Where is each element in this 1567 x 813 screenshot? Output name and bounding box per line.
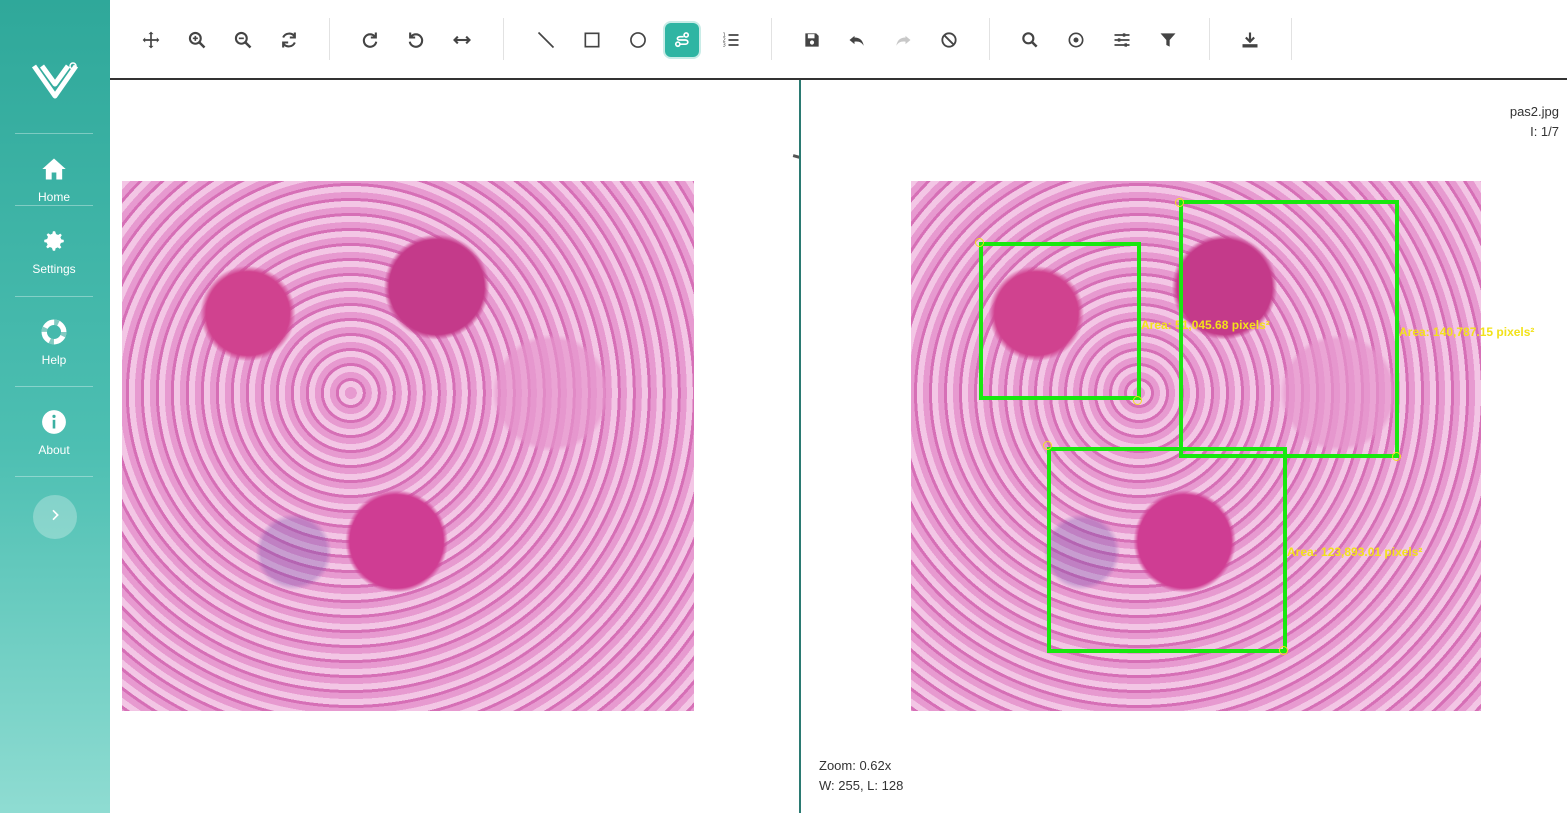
roi-handle[interactable]: [1175, 198, 1184, 207]
view-info: Zoom: 0.62x W: 255, L: 128: [819, 756, 903, 796]
rectangle-icon: [584, 32, 600, 48]
zoom-in-button[interactable]: [180, 23, 214, 57]
pan-button[interactable]: [134, 23, 168, 57]
reset-button[interactable]: [272, 23, 306, 57]
line-icon: [537, 31, 555, 49]
image-index: I: 1/7: [1530, 124, 1559, 139]
download-button[interactable]: [1233, 23, 1267, 57]
roi-handle[interactable]: [1043, 441, 1052, 450]
toolbar-divider: [503, 18, 504, 60]
funnel-icon: [1160, 33, 1176, 47]
file-info: pas2.jpg I: 1/7: [1510, 102, 1559, 142]
magnify-icon: [1022, 32, 1038, 48]
rectangle-tool-button[interactable]: [575, 23, 609, 57]
sidebar-item-label: About: [38, 443, 70, 457]
toolbar-divider: [989, 18, 990, 60]
undo-button[interactable]: [840, 23, 874, 57]
redo-icon: [896, 35, 911, 46]
toolbar-divider: [1291, 18, 1292, 60]
toolbar-divider: [771, 18, 772, 60]
sidebar-item-about[interactable]: About: [15, 386, 93, 477]
chevron-right-icon: [47, 507, 63, 528]
home-icon: [39, 154, 69, 184]
roi-rectangle[interactable]: [1047, 447, 1287, 653]
zoom-out-icon: [234, 31, 252, 49]
svg-text:3: 3: [723, 43, 726, 49]
ellipse-tool-button[interactable]: [621, 23, 655, 57]
roi-rectangle[interactable]: [979, 242, 1141, 400]
download-icon: [1242, 32, 1258, 48]
save-button[interactable]: [795, 23, 829, 57]
target-button[interactable]: [1059, 23, 1093, 57]
app-logo: [30, 56, 80, 104]
move-arrows-icon: [142, 31, 160, 49]
redo-button[interactable]: [886, 23, 920, 57]
sidebar-item-settings[interactable]: Settings: [15, 205, 93, 296]
histology-image: [122, 181, 694, 711]
zoom-out-button[interactable]: [226, 23, 260, 57]
flip-horizontal-button[interactable]: [445, 23, 479, 57]
toolbar-divider: [329, 18, 330, 60]
info-icon: [39, 407, 69, 437]
left-viewport[interactable]: [110, 80, 798, 813]
zoom-in-icon: [188, 31, 206, 49]
save-icon: [805, 33, 819, 47]
rotate-cw-icon: [362, 32, 378, 48]
ban-icon: [941, 32, 957, 48]
right-viewport[interactable]: pas2.jpg I: 1/7 Area: 51,045.68 pixels² …: [799, 80, 1567, 813]
filter-button[interactable]: [1151, 23, 1185, 57]
line-tool-button[interactable]: [529, 23, 563, 57]
roi-area-label: Area: 123,893.01 pixels²: [1287, 545, 1423, 559]
gear-icon: [39, 226, 69, 256]
numbered-list-icon: 123: [723, 33, 739, 49]
roi-handle[interactable]: [975, 238, 984, 247]
roi-handle[interactable]: [1392, 452, 1401, 461]
lifebuoy-icon: [39, 317, 69, 347]
sliders-icon: [1114, 33, 1130, 47]
sidebar-item-help[interactable]: Help: [15, 296, 93, 387]
zoom-level: Zoom: 0.62x: [819, 758, 892, 773]
undo-icon: [849, 35, 864, 46]
target-icon: [1068, 32, 1084, 48]
circle-icon: [630, 32, 646, 48]
roi-area-label: Area: 140,787.15 pixels²: [1399, 325, 1535, 339]
adjust-button[interactable]: [1105, 23, 1139, 57]
rotate-ccw-icon: [408, 32, 424, 48]
rotate-right-button[interactable]: [353, 23, 387, 57]
freehand-path-icon: [674, 32, 690, 48]
sidebar-item-label: Help: [41, 353, 67, 367]
expand-sidebar-button[interactable]: [33, 495, 77, 539]
toolbar: 123: [110, 0, 1567, 80]
annotation-list-button[interactable]: 123: [714, 23, 748, 57]
toolbar-divider: [1209, 18, 1210, 60]
roi-handle[interactable]: [1133, 396, 1142, 405]
sidebar-item-label: Settings: [32, 262, 76, 276]
window-level: W: 255, L: 128: [819, 778, 904, 793]
sidebar: Home Settings Help About: [0, 0, 110, 813]
search-button[interactable]: [1013, 23, 1047, 57]
rotate-left-button[interactable]: [399, 23, 433, 57]
freehand-tool-button[interactable]: [665, 23, 699, 57]
roi-handle[interactable]: [1279, 646, 1288, 655]
file-name: pas2.jpg: [1509, 104, 1559, 119]
sidebar-divider: [15, 476, 93, 477]
refresh-icon: [282, 32, 296, 48]
flip-horizontal-icon: [453, 35, 471, 45]
roi-rectangle[interactable]: [1179, 200, 1399, 458]
clear-button[interactable]: [932, 23, 966, 57]
sidebar-item-label: Home: [37, 190, 70, 204]
